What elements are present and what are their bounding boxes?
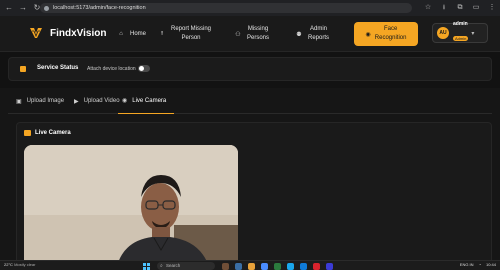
nav-face-recognition-label: Face Recognition — [374, 26, 407, 41]
video-icon: ▶ — [74, 98, 79, 105]
status-icon — [20, 66, 26, 72]
nav-face-recognition[interactable]: ◉ Face Recognition — [354, 22, 418, 46]
address-bar[interactable]: localhost:5173/admin/face-recognition — [40, 3, 412, 13]
user-name: admin — [453, 21, 468, 27]
weather-desc: Mostly clear — [14, 262, 36, 267]
menu-icon[interactable]: ⋮ — [488, 3, 496, 12]
language-indicator: ENG IN — [459, 262, 474, 267]
tab-upload-image[interactable]: ▣ Upload Image — [12, 88, 68, 114]
download-icon[interactable]: ⭳ — [440, 3, 448, 12]
nav-admin-reports[interactable]: ⚉ Admin Reports — [295, 20, 329, 48]
url-text: localhost:5173/admin/face-recognition — [53, 5, 146, 11]
live-camera-title: Live Camera — [35, 130, 71, 136]
system-tray[interactable]: ENG IN ◔ 10:44 — [460, 262, 496, 267]
nav-missing-persons[interactable]: ⚇ Missing Persons — [234, 20, 269, 48]
service-status-title: Service Status — [37, 65, 79, 71]
image-icon: ▣ — [16, 98, 22, 105]
toggle-knob — [139, 66, 144, 71]
os-taskbar: 22°C Mostly clear ⌕ Search ENG IN ◔ 10:4… — [0, 260, 500, 270]
site-info-icon[interactable] — [44, 5, 49, 11]
browser-chrome: ← → ↻ localhost:5173/admin/face-recognit… — [0, 0, 500, 16]
home-icon: ⌂ — [119, 31, 123, 37]
avatar: AU — [437, 27, 449, 39]
search-icon: ⌕ — [160, 263, 163, 269]
sidebar-icon[interactable]: ▭ — [472, 3, 480, 12]
taskbar-search-label: Search — [166, 263, 181, 268]
user-menu[interactable]: AU admin Admin ▾ — [432, 21, 488, 43]
tab-live-camera-label: Live Camera — [132, 97, 167, 104]
camera-icon — [24, 130, 31, 136]
tab-upload-video[interactable]: ▶ Upload Video — [70, 88, 124, 114]
nav-report-missing[interactable]: ⭱ Report Missing Person — [158, 20, 211, 48]
forward-icon[interactable]: → — [18, 3, 28, 13]
users-icon: ⚉ — [296, 31, 302, 38]
app-icon[interactable] — [222, 263, 229, 270]
weather-temp: 22°C — [4, 262, 13, 267]
live-camera-heading: Live Camera — [24, 130, 71, 136]
chevron-down-icon: ▾ — [471, 30, 475, 37]
clock: 10:44 — [485, 262, 496, 267]
live-camera-feed — [24, 145, 238, 270]
camera-icon: ◉ — [365, 31, 371, 38]
attach-location-toggle[interactable] — [138, 65, 150, 72]
taskbar-apps — [222, 263, 333, 270]
tab-bar: ▣ Upload Image ▶ Upload Video ◉ Live Cam… — [8, 88, 492, 114]
app-icon[interactable] — [326, 263, 333, 270]
attach-location-label: Attach device location — [87, 66, 136, 72]
camera-icon: ◉ — [122, 98, 128, 104]
tab-upload-video-label: Upload Video — [83, 98, 120, 104]
brand-name: FindxVision — [50, 27, 107, 39]
nav-missing-persons-label: Missing Persons — [247, 26, 270, 41]
app-icon[interactable] — [274, 263, 281, 270]
tab-upload-image-label: Upload Image — [26, 98, 65, 104]
nav-home[interactable]: ⌂ Home — [117, 20, 146, 48]
app-icon[interactable] — [313, 263, 320, 270]
nav-report-missing-label: Report Missing Person — [171, 26, 212, 41]
upload-icon: ⭱ — [160, 31, 164, 37]
service-status-panel: Service Status Attach device location — [8, 57, 492, 81]
weather-widget[interactable]: 22°C Mostly clear — [4, 262, 35, 267]
taskbar-search[interactable]: ⌕ Search — [157, 262, 215, 270]
star-icon[interactable]: ☆ — [424, 3, 432, 12]
windows-start-icon[interactable] — [143, 263, 150, 270]
nav-admin-reports-label: Admin Reports — [308, 26, 330, 41]
app-icon[interactable] — [235, 263, 242, 270]
camera-frame — [24, 145, 238, 270]
back-icon[interactable]: ← — [4, 3, 14, 13]
app-icon[interactable] — [261, 263, 268, 270]
app-icon[interactable] — [248, 263, 255, 270]
role-badge: Admin — [453, 36, 469, 41]
nav-home-label: Home — [130, 30, 147, 37]
app-icon[interactable] — [287, 263, 294, 270]
brand-logo-icon — [30, 28, 42, 38]
extensions-icon[interactable]: ⧉ — [456, 3, 464, 12]
app-icon[interactable] — [300, 263, 307, 270]
tab-live-camera[interactable]: ◉ Live Camera — [118, 88, 174, 114]
wifi-icon: ◔ — [478, 262, 481, 267]
brand[interactable]: FindxVision — [28, 25, 107, 41]
user-icon: ⚇ — [235, 31, 241, 38]
